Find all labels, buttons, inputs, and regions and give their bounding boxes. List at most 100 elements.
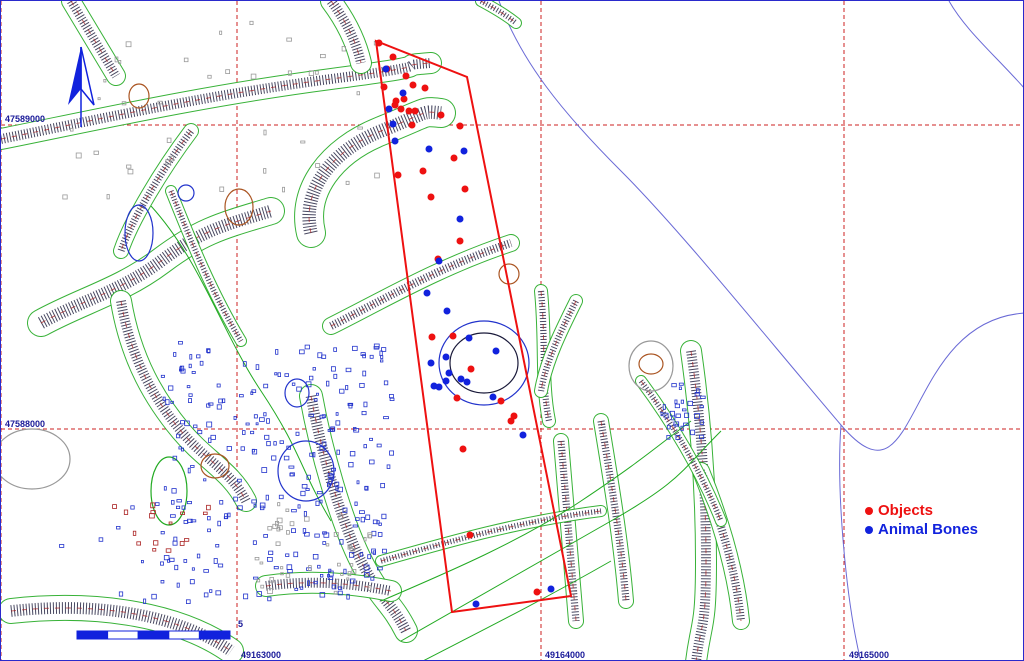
scale-bar xyxy=(76,630,231,640)
stone-mark xyxy=(207,528,211,533)
object-find-dot xyxy=(428,333,436,341)
stone-mark xyxy=(682,408,687,412)
stone-mark xyxy=(299,349,305,355)
stone-mark xyxy=(274,372,278,376)
animal-bone-dot xyxy=(472,600,480,608)
stone-mark xyxy=(291,382,296,386)
stone-mark xyxy=(255,364,260,370)
stone-mark xyxy=(267,596,272,602)
stone-mark xyxy=(172,540,178,546)
object-find-dot xyxy=(391,101,399,109)
stone-mark xyxy=(278,494,284,500)
object-find-dot xyxy=(456,122,464,130)
stone-mark xyxy=(179,541,185,546)
stone-mark xyxy=(348,403,353,409)
stone-mark xyxy=(190,464,195,468)
legend-label-objects: Objects xyxy=(878,502,934,519)
stone-mark xyxy=(250,430,255,435)
stone-mark xyxy=(207,74,212,79)
animal-bone-dot xyxy=(463,378,471,386)
stone-mark xyxy=(266,418,270,424)
stone-mark xyxy=(279,440,284,444)
stone-mark xyxy=(675,413,681,418)
stone-mark xyxy=(335,412,339,416)
object-find-dot xyxy=(409,81,417,89)
stone-mark xyxy=(259,561,264,565)
stone-mark xyxy=(206,421,213,428)
stone-mark xyxy=(226,445,232,451)
stone-mark xyxy=(173,536,178,542)
stone-mark xyxy=(185,599,191,604)
stone-mark xyxy=(132,530,137,536)
stone-mark xyxy=(286,37,292,42)
animal-bone-dot xyxy=(435,257,443,265)
animal-bone-dot xyxy=(460,147,468,155)
animal-bone-dot xyxy=(391,137,399,145)
stone-mark xyxy=(674,403,681,409)
animal-bone-dot xyxy=(425,145,433,153)
stone-mark xyxy=(149,513,155,519)
stone-mark xyxy=(197,429,203,435)
stone-mark xyxy=(215,544,220,548)
stone-mark xyxy=(381,548,387,554)
stone-mark xyxy=(356,480,360,485)
stone-mark xyxy=(286,564,293,570)
easting-label-mid: 49164000 xyxy=(545,650,586,660)
pit-outline xyxy=(638,353,664,375)
stone-mark xyxy=(263,168,267,174)
stone-mark xyxy=(219,186,225,192)
stone-mark xyxy=(674,399,678,404)
scale-bar-segment xyxy=(76,630,109,640)
stone-mark xyxy=(305,488,310,491)
stone-mark xyxy=(253,414,258,419)
stone-mark xyxy=(173,352,177,357)
stone-mark xyxy=(314,533,320,538)
stone-mark xyxy=(186,385,191,389)
stone-mark xyxy=(116,526,121,530)
stone-mark xyxy=(176,582,180,588)
stone-mark xyxy=(217,520,222,527)
excavation-features xyxy=(1,1,750,660)
pit-outline xyxy=(177,184,195,202)
stone-mark xyxy=(285,530,290,535)
stone-mark xyxy=(233,415,237,420)
scale-bar-label: 5 xyxy=(238,619,244,629)
stone-mark xyxy=(123,509,129,515)
stone-mark xyxy=(112,504,117,509)
animal-bone-dot xyxy=(445,369,453,377)
stone-mark xyxy=(242,430,246,435)
object-find-dot xyxy=(421,84,429,92)
stone-mark xyxy=(176,499,182,503)
stone-mark xyxy=(225,69,230,74)
stone-mark xyxy=(166,137,172,143)
stone-mark xyxy=(259,417,265,422)
stone-mark xyxy=(106,194,110,200)
stone-mark xyxy=(678,382,684,386)
animal-bone-dot xyxy=(492,347,500,355)
stone-mark xyxy=(98,537,104,542)
stone-mark xyxy=(136,541,142,546)
stone-mark xyxy=(219,500,224,505)
stone-mark xyxy=(363,537,367,542)
pit-outline xyxy=(449,332,519,394)
stone-mark xyxy=(333,373,338,379)
animal-bone-dot xyxy=(519,431,527,439)
stone-mark xyxy=(175,505,181,510)
stone-mark xyxy=(178,340,183,345)
stone-mark xyxy=(335,420,341,426)
stone-mark xyxy=(238,394,244,398)
northing-label-upper: 47589000 xyxy=(5,114,46,124)
object-find-dot xyxy=(459,445,467,453)
stone-mark xyxy=(191,370,196,374)
stone-mark xyxy=(365,514,371,520)
stone-mark xyxy=(276,517,283,524)
animal-bone-dot xyxy=(399,89,407,97)
stone-mark xyxy=(348,461,354,468)
stone-mark xyxy=(253,576,259,580)
map-canvas[interactable]: 47589000 47588000 49163000 49164000 4916… xyxy=(0,0,1024,661)
object-find-dot xyxy=(467,365,475,373)
object-find-dot xyxy=(411,107,419,115)
stone-mark xyxy=(379,350,383,356)
stone-mark xyxy=(345,385,349,391)
stone-mark xyxy=(93,150,99,155)
